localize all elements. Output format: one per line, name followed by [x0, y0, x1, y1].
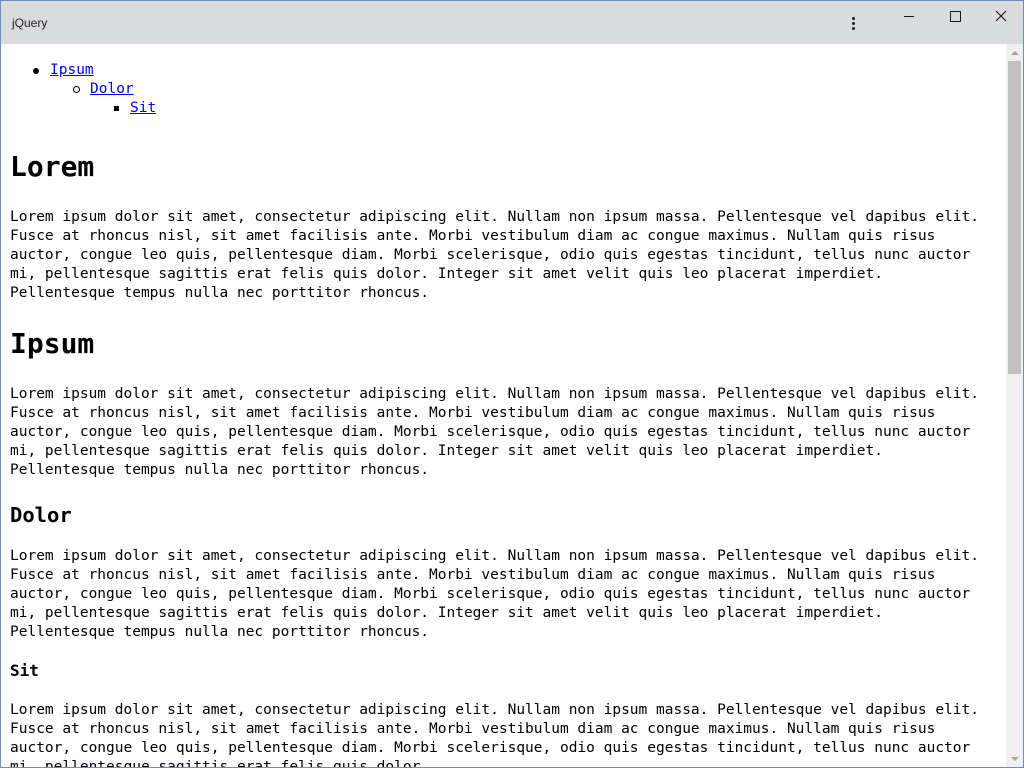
maximize-icon: [949, 10, 961, 22]
toc-item-sit: Sit: [10, 99, 1006, 118]
section-paragraph-dolor: Lorem ipsum dolor sit amet, consectetur …: [10, 548, 980, 640]
page-viewport: Ipsum Dolor Sit Lorem Lorem ipsum dolor …: [1, 44, 1006, 767]
window-title: jQuery: [12, 16, 48, 30]
page-content: Ipsum Dolor Sit Lorem Lorem ipsum dolor …: [1, 61, 1006, 767]
section-paragraph-lorem: Lorem ipsum dolor sit amet, consectetur …: [10, 209, 980, 301]
toc-item-dolor: Dolor: [10, 80, 1006, 99]
section-heading-dolor: Dolor: [10, 503, 72, 527]
close-icon: [995, 10, 1007, 22]
title-bar[interactable]: jQuery: [1, 1, 1023, 44]
bullet-disc-icon: [33, 68, 39, 74]
minimize-button[interactable]: [886, 1, 932, 31]
chevron-up-icon: [1010, 50, 1019, 55]
section-heading-ipsum: Ipsum: [10, 327, 95, 360]
section-paragraph-sit: Lorem ipsum dolor sit amet, consectetur …: [10, 702, 980, 767]
section-heading-sit: Sit: [10, 661, 39, 680]
close-button[interactable]: [978, 1, 1023, 31]
scrollbar-thumb[interactable]: [1008, 61, 1021, 374]
toc-link-dolor[interactable]: Dolor: [90, 81, 134, 97]
table-of-contents: Ipsum Dolor Sit: [10, 61, 1006, 118]
section-paragraph-ipsum: Lorem ipsum dolor sit amet, consectetur …: [10, 386, 980, 478]
scroll-down-button[interactable]: [1006, 750, 1023, 767]
toc-link-ipsum[interactable]: Ipsum: [50, 62, 94, 78]
chevron-down-icon: [1010, 756, 1019, 761]
toc-link-sit[interactable]: Sit: [130, 100, 156, 116]
toc-item-ipsum: Ipsum: [10, 61, 1006, 80]
more-vertical-icon: [851, 16, 855, 30]
more-options-button[interactable]: [831, 7, 875, 39]
vertical-scrollbar[interactable]: [1006, 44, 1023, 767]
section-heading-lorem: Lorem: [10, 150, 95, 183]
scroll-up-button[interactable]: [1006, 44, 1023, 61]
app-window: jQuery Ipsum Dolor Sit Lorem Lorem ipsum…: [0, 0, 1024, 768]
bullet-circle-icon: [73, 86, 80, 93]
maximize-button[interactable]: [932, 1, 978, 31]
bullet-square-icon: [114, 106, 119, 111]
minimize-icon: [904, 15, 914, 17]
